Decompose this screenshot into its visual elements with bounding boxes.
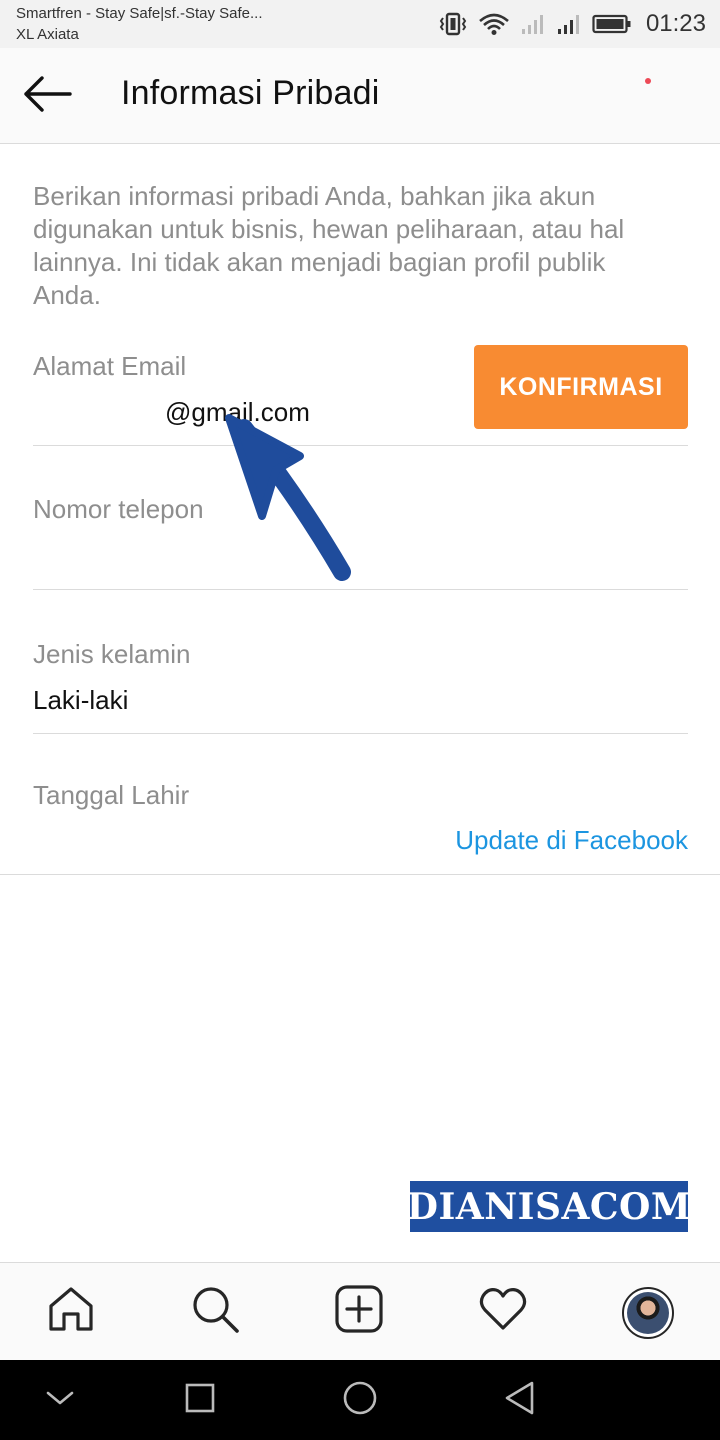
tab-add-post[interactable] — [331, 1283, 387, 1339]
birthdate-section: Tanggal Lahir Update di Facebook — [0, 780, 720, 875]
annotation-arrow — [225, 414, 351, 581]
tab-home[interactable] — [43, 1283, 99, 1339]
search-icon — [190, 1284, 240, 1339]
notification-dot — [645, 78, 651, 84]
tab-activity[interactable] — [475, 1283, 531, 1339]
birthdate-label: Tanggal Lahir — [33, 780, 190, 810]
home-icon — [46, 1284, 96, 1339]
hide-nav-button[interactable] — [40, 1380, 80, 1420]
profile-photo — [627, 1292, 669, 1334]
update-facebook-link[interactable]: Update di Facebook — [455, 825, 688, 856]
chevron-down-icon — [45, 1388, 75, 1413]
back-nav-button[interactable] — [500, 1380, 540, 1420]
gender-label: Jenis kelamin — [33, 639, 191, 669]
avatar — [622, 1287, 674, 1339]
gender-value[interactable]: Laki-laki — [33, 685, 128, 716]
heart-icon — [478, 1284, 528, 1339]
recent-apps-icon — [184, 1382, 216, 1419]
back-triangle-icon — [502, 1380, 538, 1421]
tab-profile[interactable] — [620, 1285, 676, 1341]
home-circle-icon — [342, 1380, 378, 1421]
add-post-icon — [334, 1284, 384, 1339]
recent-apps-button[interactable] — [180, 1380, 220, 1420]
watermark-logo: DIANISACOM — [407, 1181, 691, 1232]
tab-search[interactable] — [187, 1283, 243, 1339]
gender-field-row[interactable]: Jenis kelamin Laki-laki — [33, 637, 688, 734]
system-nav-bar — [0, 1360, 720, 1440]
home-nav-button[interactable] — [340, 1380, 380, 1420]
watermark-text: DIANISACOM — [406, 1185, 692, 1228]
bottom-tab-bar — [0, 1262, 720, 1360]
